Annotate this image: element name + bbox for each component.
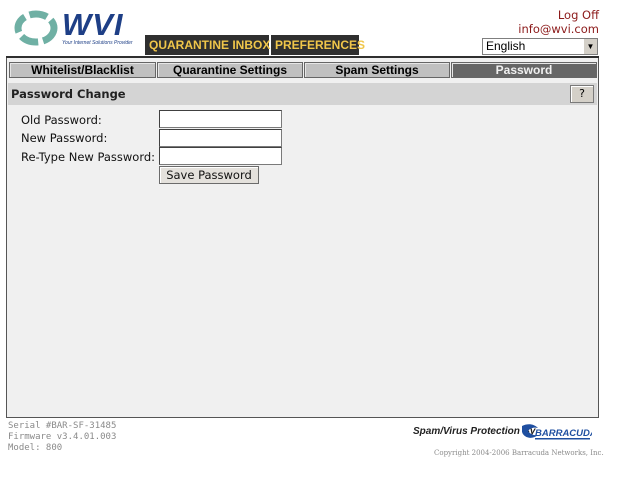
tab-quarantine-inbox-label: QUARANTINE INBOX (149, 38, 271, 52)
language-select[interactable]: English ▼ (482, 38, 598, 55)
logo-text: WVI (62, 7, 124, 42)
copyright-text: Copyright 2004-2006 Barracuda Networks, … (434, 449, 604, 457)
tab-preferences[interactable]: PREFERENCES (271, 35, 365, 55)
old-password-label: Old Password: (21, 113, 102, 127)
serial-number: Serial #BAR-SF-31485 (8, 421, 117, 431)
new-password-label: New Password: (21, 131, 108, 145)
device-info: Serial #BAR-SF-31485 Firmware v3.4.01.00… (8, 421, 116, 454)
main-panel: Whitelist/Blacklist Quarantine Settings … (6, 58, 599, 418)
save-password-button[interactable]: Save Password (159, 166, 259, 184)
wvi-logo-mark-icon (14, 10, 58, 46)
logo-tagline: Your Internet Solutions Provider (62, 40, 133, 46)
tab-quarantine-inbox[interactable]: QUARANTINE INBOX (145, 35, 271, 55)
old-password-input[interactable] (159, 110, 282, 128)
chevron-down-icon[interactable]: ▼ (583, 39, 597, 54)
subtab-quarantine-settings-label: Quarantine Settings (172, 63, 288, 77)
barracuda-logo-icon: BARRACUDA (522, 424, 592, 440)
logoff-link[interactable]: Log Off (558, 8, 599, 22)
subtab-quarantine-settings[interactable]: Quarantine Settings (157, 62, 303, 78)
subtab-password[interactable]: Password (451, 62, 597, 78)
barracuda-logo-text: BARRACUDA (535, 428, 592, 439)
subtab-spam-settings-label: Spam Settings (335, 63, 419, 77)
section-title: Password Change (11, 87, 126, 101)
wvi-logo: WVI Your Internet Solutions Provider (12, 8, 142, 50)
protection-text: Spam/Virus Protection By (413, 426, 536, 437)
retype-password-label: Re-Type New Password: (21, 150, 156, 164)
firmware-version: Firmware v3.4.01.003 (8, 432, 117, 442)
subtab-password-label: Password (495, 63, 553, 77)
subtab-spam-settings[interactable]: Spam Settings (304, 62, 450, 78)
subtab-whitelist-blacklist[interactable]: Whitelist/Blacklist (9, 62, 156, 78)
section-header: Password Change ? (8, 83, 597, 105)
tab-preferences-label: PREFERENCES (275, 38, 366, 52)
user-email: info@wvi.com (518, 22, 599, 36)
help-button[interactable]: ? (570, 85, 594, 103)
new-password-input[interactable] (159, 129, 282, 147)
retype-password-input[interactable] (159, 147, 282, 165)
subtab-whitelist-blacklist-label: Whitelist/Blacklist (31, 63, 134, 77)
language-select-value: English (486, 39, 526, 53)
model-number: Model: 800 (8, 443, 63, 453)
